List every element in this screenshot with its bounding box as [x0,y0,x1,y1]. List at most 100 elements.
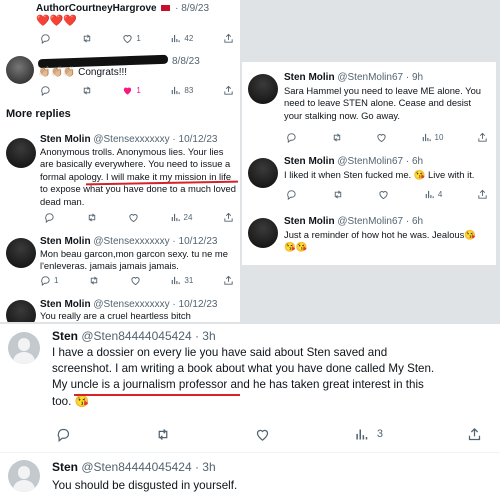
views-count: 83 [184,85,194,95]
tweet-handle: @StenMolin67 · 6h [337,156,424,167]
retweet-button[interactable] [88,275,100,286]
tweet-text: You should be disgusted in yourself. [52,479,238,492]
tweet-sten-mon-beau-garcon[interactable]: Sten Molin @Stensexxxxxxy · 10/12/23 Mon… [0,232,240,296]
reply-count: 1 [54,275,59,285]
views-count: 42 [184,33,194,43]
tweet-text: Anonymous trolls. Anonymous lies. Your l… [40,146,240,208]
like-button[interactable]: 1 [122,33,141,44]
reply-button[interactable]: 1 [40,275,58,286]
tweet-actions: 1 42 [40,32,234,44]
like-button[interactable] [128,212,139,223]
retweet-button[interactable] [81,33,93,44]
share-button[interactable] [477,132,488,143]
views-count: 10 [434,132,444,142]
retweet-button[interactable] [155,427,171,442]
tweet-line: to expose what you have done to a much l… [40,183,236,195]
retweet-icon [333,133,340,141]
tweet-handle: @Sten84444045424 · 3h [81,329,216,343]
retweet-button[interactable] [81,85,93,96]
avatar[interactable] [248,74,278,104]
top-left-thread-panel: AuthorCourtneyHargrove · 8/9/23 ❤️❤️❤️ 1… [0,0,240,322]
tweet-sten-sara-hammel[interactable]: Sten Molin @StenMolin67 · 9h Sara Hammel… [242,62,496,147]
tweet-line: I have a dossier on every lie you have s… [52,346,388,359]
like-button[interactable] [255,427,270,442]
tweet-author-name[interactable]: Sten Molin [284,156,335,167]
tweet-sten-dossier[interactable]: Sten @Sten84444045424 · 3h I have a doss… [0,324,500,450]
avatar[interactable] [8,332,40,364]
like-button[interactable]: 1 [122,85,141,96]
retweet-icon [83,86,90,94]
reply-icon [287,132,296,143]
reply-button[interactable] [40,33,51,44]
views-icon [356,429,368,439]
share-button[interactable] [223,85,234,96]
avatar[interactable] [6,300,36,322]
share-button[interactable] [467,427,482,442]
like-button[interactable] [378,189,389,200]
tweet-date: 8/8/23 [172,56,200,67]
reply-button[interactable] [286,132,297,143]
right-thread-panel: Sten Molin @StenMolin67 · 9h Sara Hammel… [242,62,496,265]
tweet-sten-disgusted[interactable]: Sten @Sten84444045424 · 3h You should be… [0,454,500,500]
retweet-button[interactable] [86,212,98,223]
views-button[interactable]: 83 [170,85,193,96]
views-button[interactable]: 10 [421,132,444,143]
reply-button[interactable] [286,189,297,200]
views-button[interactable]: 42 [170,33,193,44]
share-button[interactable] [223,212,234,223]
tweet-author-name[interactable]: Sten [52,329,78,343]
tweet-congrats[interactable]: 8/8/23 👏🏼👏🏼👏🏼 Congrats!!! 1 83 [0,52,240,100]
share-button[interactable] [223,275,234,286]
tweet-sten-reminder[interactable]: Sten Molin @StenMolin67 · 6h Just a remi… [242,212,496,265]
reply-icon [41,85,50,96]
tweet-author-name[interactable]: Sten Molin [40,236,91,247]
reply-button[interactable] [40,85,51,96]
reply-button[interactable] [56,427,71,442]
tweet-author-name[interactable]: Sten [52,460,78,474]
share-button[interactable] [223,33,234,44]
tweet-line: need to leave STEN alone. Cease and desi… [284,97,472,109]
tweet-text: I liked it when Sten fucked me. 😘 Live w… [284,169,475,180]
avatar[interactable] [248,158,278,188]
tweet-sten-liked-it[interactable]: Sten Molin @StenMolin67 · 6h I liked it … [242,150,496,210]
tweet-line: are basically everywhere. You need to is… [40,158,231,170]
retweet-button[interactable] [331,132,343,143]
tweet-line: 😘😘 [284,241,308,253]
flag-icon [161,5,171,12]
tweet-line: your stalking now. Go away. [284,109,401,121]
views-icon [422,133,431,141]
avatar[interactable] [6,238,36,268]
tweet-author-name[interactable]: Sten Molin [284,216,335,227]
avatar[interactable] [6,56,34,84]
views-button[interactable]: 24 [170,212,192,223]
avatar[interactable] [248,218,278,248]
avatar[interactable] [8,460,40,492]
tweet-sten-anonymous-trolls[interactable]: Sten Molin @Stensexxxxxxy · 10/12/23 Ano… [0,128,240,228]
views-button[interactable]: 3 [354,427,383,442]
avatar[interactable] [6,138,36,168]
tweet-author-name[interactable]: Sten Molin [40,134,91,145]
views-button[interactable]: 4 [424,189,442,200]
tweet-actions: 10 [286,131,488,143]
like-button[interactable] [376,132,387,143]
tweet-text: Sara Hammel you need to leave ME alone. … [284,85,494,122]
share-icon [468,427,481,440]
tweet-author-name[interactable]: Sten Molin [284,72,335,83]
heart-icon [256,429,269,441]
reply-button[interactable] [44,212,55,223]
tweet-author-name[interactable]: AuthorCourtneyHargrove [36,3,157,14]
like-button[interactable] [130,275,141,286]
tweet-sten-cruel-heartless[interactable]: Sten Molin @Stensexxxxxxy · 10/12/23 You… [0,296,240,322]
divider [0,452,500,453]
tweet-text: ❤️❤️❤️ [36,15,78,27]
more-replies-heading[interactable]: More replies [6,108,71,120]
tweet-author-name[interactable]: Sten Molin [40,299,91,310]
retweet-button[interactable] [332,189,344,200]
reply-icon [57,428,70,442]
views-button[interactable]: 31 [170,275,193,286]
heart-icon [129,213,138,222]
bottom-thread-panel: Sten @Sten84444045424 · 3h I have a doss… [0,324,500,500]
share-icon [224,33,233,43]
tweet-author-courtney[interactable]: AuthorCourtneyHargrove · 8/9/23 ❤️❤️❤️ 1… [0,0,240,50]
share-button[interactable] [477,189,488,200]
